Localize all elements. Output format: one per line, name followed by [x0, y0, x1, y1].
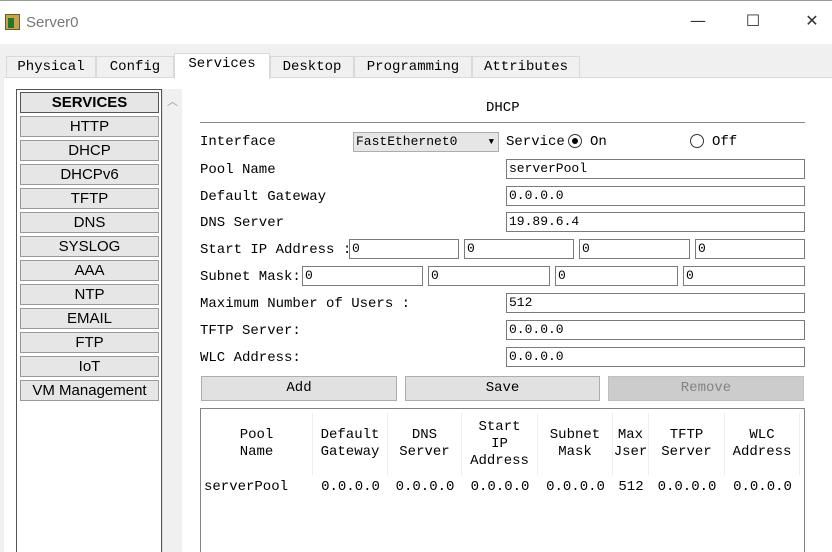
subnet-octet-3[interactable]: 0: [555, 266, 678, 286]
tftp-label: TFTP Server:: [200, 323, 301, 339]
start-ip-octet-4[interactable]: 0: [695, 239, 805, 259]
tab-physical[interactable]: Physical: [6, 56, 96, 78]
max-users-input[interactable]: 512: [506, 293, 805, 313]
table-cell[interactable]: 0.0.0.0: [388, 479, 462, 495]
on-label: On: [590, 134, 607, 150]
tab-services[interactable]: Services: [174, 53, 270, 79]
table-header[interactable]: Pool Name: [201, 413, 313, 475]
table-cell[interactable]: serverPool: [204, 479, 288, 495]
divider: [200, 122, 805, 123]
pool-name-label: Pool Name: [200, 162, 276, 178]
maximize-button[interactable]: ☐: [738, 11, 768, 35]
sidebar-item-vm-management[interactable]: VM Management: [20, 380, 159, 401]
start-ip-octet-1[interactable]: 0: [349, 239, 459, 259]
table-header[interactable]: TFTP Server: [649, 413, 725, 475]
scroll-up-icon[interactable]: ︿: [167, 93, 178, 109]
table-header[interactable]: WLC Address: [725, 413, 800, 475]
off-label: Off: [712, 134, 738, 150]
add-button[interactable]: Add: [201, 376, 397, 401]
table-header[interactable]: Default Gateway: [313, 413, 388, 475]
pool-name-input[interactable]: serverPool: [506, 159, 805, 179]
sidebar-item-ftp[interactable]: FTP: [20, 332, 159, 353]
sidebar-item-tftp[interactable]: TFTP: [20, 188, 159, 209]
table-cell[interactable]: 0.0.0.0: [313, 479, 388, 495]
subnet-octet-1[interactable]: 0: [302, 266, 423, 286]
subnet-octet-2[interactable]: 0: [428, 266, 550, 286]
services-list: SERVICES HTTP DHCP DHCPv6 TFTP DNS SYSLOG AAA N…: [16, 89, 162, 552]
start-ip-label: Start IP Address :: [200, 242, 352, 258]
minimize-button[interactable]: —: [683, 11, 713, 35]
tab-programming[interactable]: Programming: [354, 56, 472, 78]
tftp-input[interactable]: 0.0.0.0: [506, 320, 805, 340]
services-header: SERVICES: [20, 92, 159, 113]
service-label: Service: [506, 134, 565, 150]
sidebar-item-aaa[interactable]: AAA: [20, 260, 159, 281]
section-title: DHCP: [486, 100, 520, 116]
sidebar-item-dhcpv6[interactable]: DHCPv6: [20, 164, 159, 185]
subnet-octet-4[interactable]: 0: [683, 266, 805, 286]
window-title: Server0: [26, 14, 79, 31]
dns-label: DNS Server: [200, 215, 285, 231]
save-button[interactable]: Save: [405, 376, 600, 401]
table-header[interactable]: Subnet Mask: [538, 413, 613, 475]
close-button[interactable]: ✕: [797, 11, 827, 35]
tab-desktop[interactable]: Desktop: [270, 56, 354, 78]
sidebar-item-ntp[interactable]: NTP: [20, 284, 159, 305]
start-ip-octet-3[interactable]: 0: [579, 239, 690, 259]
service-on-radio[interactable]: [568, 134, 582, 148]
tab-attributes[interactable]: Attributes: [472, 56, 580, 78]
interface-select[interactable]: FastEthernet0 ▼: [353, 132, 499, 152]
services-scrollbar[interactable]: ︿: [162, 89, 182, 552]
gateway-input[interactable]: 0.0.0.0: [506, 186, 805, 206]
sidebar-item-syslog[interactable]: SYSLOG: [20, 236, 159, 257]
remove-button[interactable]: Remove: [608, 376, 804, 401]
table-header[interactable]: Start IP Address: [462, 413, 538, 475]
chevron-down-icon: ▼: [488, 137, 494, 147]
table-cell[interactable]: 0.0.0.0: [649, 479, 725, 495]
sidebar-item-dns[interactable]: DNS: [20, 212, 159, 233]
pool-table: Pool Name Default Gateway DNS Server Start …: [200, 408, 805, 552]
sidebar-item-http[interactable]: HTTP: [20, 116, 159, 137]
table-cell[interactable]: 512: [613, 479, 649, 495]
service-off-radio[interactable]: [690, 134, 704, 148]
interface-label: Interface: [200, 134, 276, 150]
subnet-label: Subnet Mask:: [200, 269, 301, 285]
sidebar-item-email[interactable]: EMAIL: [20, 308, 159, 329]
table-header[interactable]: Max Jser: [613, 413, 649, 475]
table-header[interactable]: DNS Server: [388, 413, 462, 475]
dns-input[interactable]: 19.89.6.4: [506, 212, 805, 232]
gateway-label: Default Gateway: [200, 189, 327, 205]
wlc-label: WLC Address:: [200, 350, 301, 366]
table-cell[interactable]: 0.0.0.0: [538, 479, 613, 495]
table-cell[interactable]: 0.0.0.0: [725, 479, 800, 495]
tab-config[interactable]: Config: [96, 56, 174, 78]
max-users-label: Maximum Number of Users :: [200, 296, 411, 312]
interface-value: FastEthernet0: [356, 134, 458, 149]
table-cell[interactable]: 0.0.0.0: [462, 479, 538, 495]
server-icon: [5, 14, 20, 30]
start-ip-octet-2[interactable]: 0: [464, 239, 574, 259]
sidebar-item-dhcp[interactable]: DHCP: [20, 140, 159, 161]
title-bar: Server0 — ☐ ✕: [0, 0, 832, 44]
sidebar-item-iot[interactable]: IoT: [20, 356, 159, 377]
wlc-input[interactable]: 0.0.0.0: [506, 347, 805, 367]
